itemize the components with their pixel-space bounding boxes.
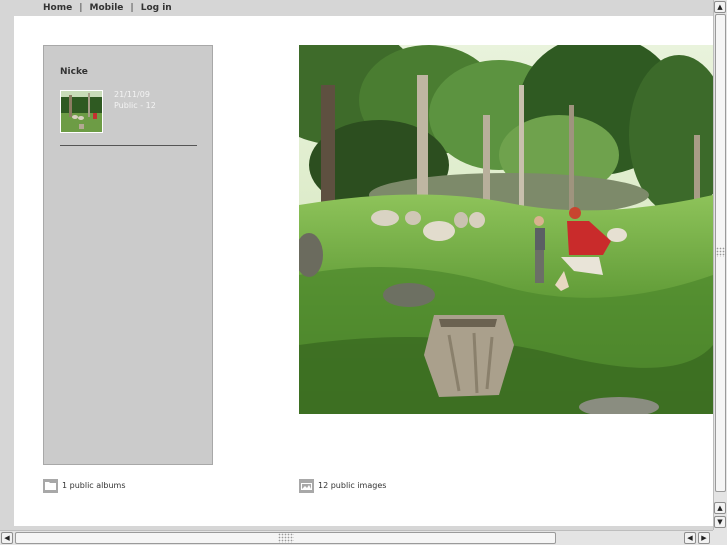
folder-icon	[43, 478, 58, 493]
horizontal-scroll-thumb[interactable]	[15, 532, 556, 544]
scroll-left-arrow-icon[interactable]: ◀	[684, 532, 696, 544]
horizontal-scrollbar[interactable]: ◀ ◀ ▶	[0, 530, 713, 545]
scroll-up-arrow-icon[interactable]: ▲	[714, 1, 726, 13]
nav-login-link[interactable]: Log in	[141, 3, 172, 13]
vertical-scrollbar[interactable]: ▲ ▲ ▼	[713, 0, 727, 530]
public-images-stat: 12 public images	[299, 478, 386, 493]
content-frame: Nicke 21/11/09 Public - 12 1 public albu…	[14, 16, 713, 526]
scroll-right-arrow-icon[interactable]: ▶	[698, 532, 710, 544]
album-panel: Nicke 21/11/09 Public - 12	[43, 45, 213, 465]
image-stack-icon	[299, 478, 314, 493]
grip-icon	[278, 533, 294, 543]
album-date: 21/11/09	[114, 90, 150, 99]
nav-home-link[interactable]: Home	[43, 3, 72, 13]
public-albums-stat: 1 public albums	[43, 478, 125, 493]
top-nav: Home | Mobile | Log in	[0, 0, 713, 16]
album-visibility-count: Public - 12	[114, 101, 156, 110]
public-albums-label[interactable]: 1 public albums	[62, 481, 125, 490]
nav-separator: |	[130, 3, 134, 13]
album-thumbnail-image	[61, 91, 102, 132]
nav-separator: |	[79, 3, 83, 13]
scrollbar-corner	[713, 530, 727, 545]
album-owner-name[interactable]: Nicke	[60, 67, 88, 77]
scroll-up-arrow-icon[interactable]: ▲	[714, 502, 726, 514]
scroll-left-arrow-icon[interactable]: ◀	[1, 532, 13, 544]
panel-divider	[60, 145, 197, 146]
grip-icon	[716, 247, 726, 257]
nav-mobile-link[interactable]: Mobile	[90, 3, 124, 13]
featured-photo[interactable]	[299, 45, 713, 414]
scroll-down-arrow-icon[interactable]: ▼	[714, 516, 726, 528]
public-images-label[interactable]: 12 public images	[318, 481, 386, 490]
forest-meadow-photo	[299, 45, 713, 414]
album-thumbnail[interactable]	[60, 90, 103, 133]
vertical-scroll-thumb[interactable]	[715, 14, 726, 492]
